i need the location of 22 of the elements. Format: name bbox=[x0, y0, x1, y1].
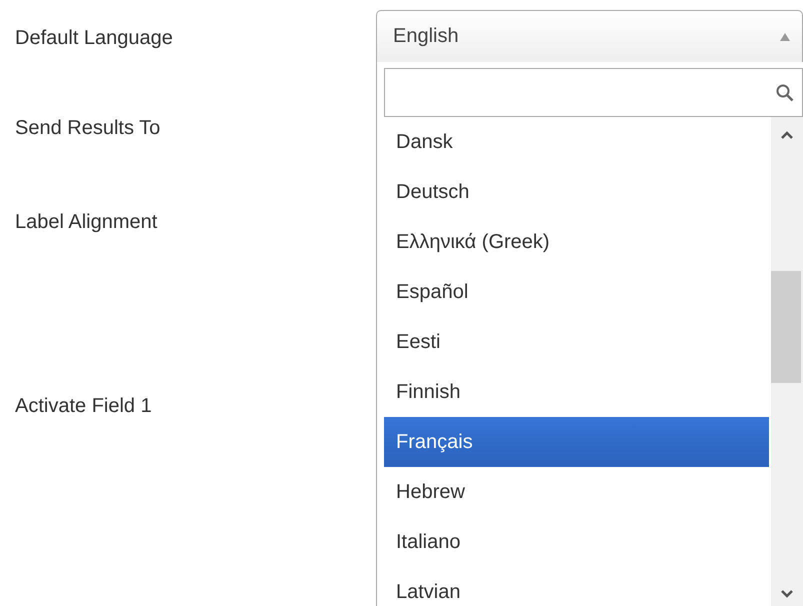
language-option[interactable]: Deutsch bbox=[384, 167, 769, 217]
language-option[interactable]: Hebrew bbox=[384, 467, 769, 517]
language-option[interactable]: Italiano bbox=[384, 517, 769, 567]
field-label: Send Results To bbox=[15, 116, 160, 140]
language-option[interactable]: Eesti bbox=[384, 317, 769, 367]
field-label: Label Alignment bbox=[15, 210, 158, 234]
language-select[interactable]: English bbox=[376, 10, 803, 62]
scrollbar-thumb[interactable] bbox=[771, 271, 801, 383]
search-icon bbox=[776, 84, 794, 102]
language-option[interactable]: Ελληνικά (Greek) bbox=[384, 217, 769, 267]
field-label: Default Language bbox=[15, 26, 173, 50]
language-option[interactable]: Français bbox=[384, 417, 769, 467]
language-option[interactable]: Dansk bbox=[384, 117, 769, 167]
triangle-up-icon bbox=[780, 32, 790, 40]
language-option[interactable]: Latvian bbox=[384, 567, 769, 606]
field-label: Activate Field 1 bbox=[15, 394, 152, 418]
language-option[interactable]: Español bbox=[384, 267, 769, 317]
scrollbar[interactable] bbox=[771, 117, 803, 606]
search-field[interactable] bbox=[384, 68, 803, 117]
language-option[interactable]: Finnish bbox=[384, 367, 769, 417]
chevron-up-icon bbox=[781, 131, 793, 139]
chevron-down-icon bbox=[781, 590, 793, 598]
